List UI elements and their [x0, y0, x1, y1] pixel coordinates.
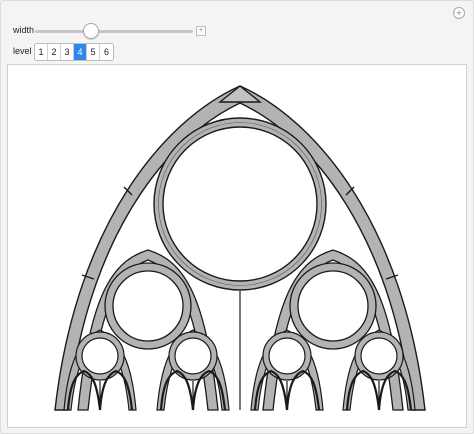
level-button-5[interactable]: 5 — [87, 44, 100, 60]
plus-icon[interactable]: + — [453, 7, 465, 19]
large-rose-ring — [153, 117, 327, 291]
level-button-6[interactable]: 6 — [100, 44, 113, 60]
level-selector: 1 2 3 4 5 6 — [34, 43, 114, 61]
width-slider-track[interactable] — [35, 30, 193, 33]
level-label: level — [13, 46, 32, 56]
tracery-canvas — [7, 64, 467, 428]
level-button-1[interactable]: 1 — [35, 44, 48, 60]
width-slider-thumb[interactable] — [83, 23, 99, 39]
manipulate-panel: + width + level 1 2 3 4 5 6 — [0, 0, 474, 434]
slider-expand-icon[interactable]: + — [196, 26, 206, 36]
level-button-3[interactable]: 3 — [61, 44, 74, 60]
level-button-4[interactable]: 4 — [74, 44, 87, 60]
width-label: width — [13, 25, 35, 35]
level-button-2[interactable]: 2 — [48, 44, 61, 60]
gothic-window-graphic — [54, 85, 426, 411]
